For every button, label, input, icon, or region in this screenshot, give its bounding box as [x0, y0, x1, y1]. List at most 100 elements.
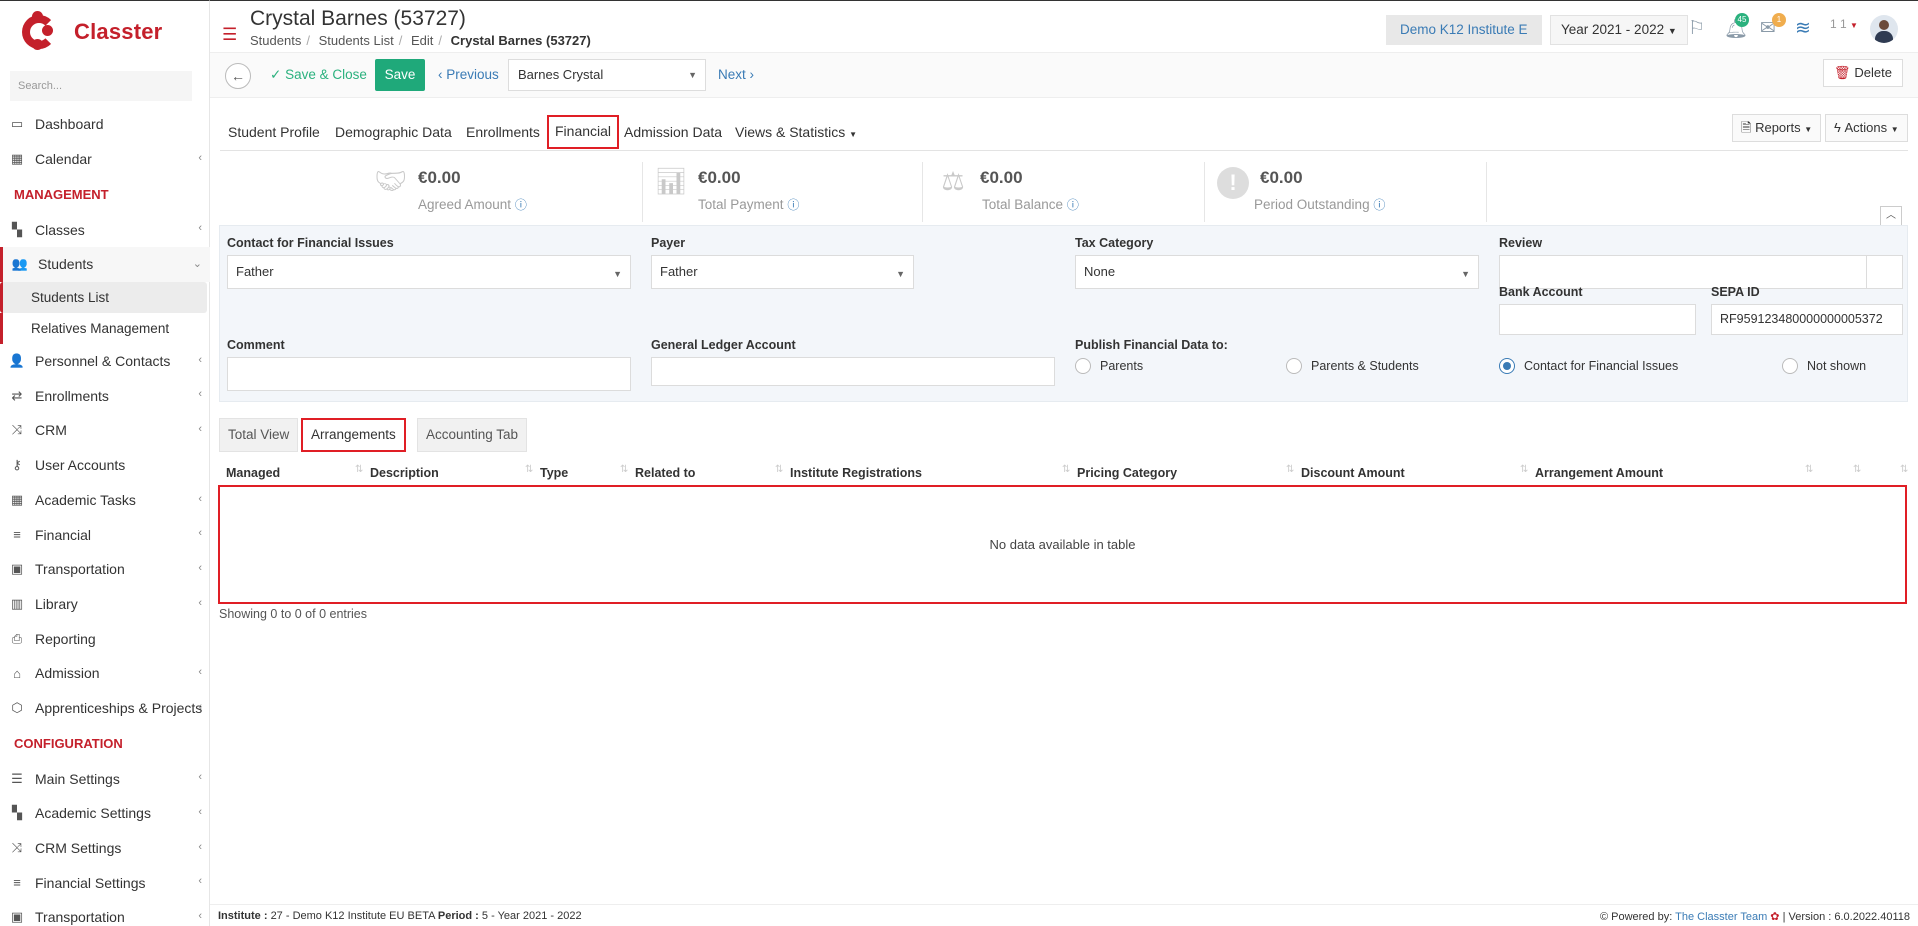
breadcrumb-edit[interactable]: Edit: [411, 33, 433, 48]
contact-select[interactable]: Father ▼: [227, 255, 631, 289]
column-related-to[interactable]: Related to: [635, 466, 695, 480]
page-header: ☰ Crystal Barnes (53727) Students / Stude…: [210, 0, 1918, 52]
info-icon[interactable]: ⓘ: [1067, 198, 1079, 212]
sort-icon[interactable]: ⇅: [1062, 464, 1070, 475]
tab-student-profile[interactable]: Student Profile: [228, 118, 320, 148]
subtab-total-view[interactable]: Total View: [219, 418, 299, 452]
sidebar-item-students[interactable]: 👥 Students ⌄: [0, 247, 210, 282]
publish-radio-contact[interactable]: Contact for Financial Issues: [1499, 358, 1678, 374]
reports-button[interactable]: 🗎 Reports ▼: [1732, 114, 1822, 142]
page-title: Crystal Barnes (53727): [250, 7, 466, 30]
sort-icon[interactable]: ⇅: [525, 464, 533, 475]
sort-icon[interactable]: ⇅: [775, 464, 783, 475]
publish-radio-parents-students[interactable]: Parents & Students: [1286, 358, 1419, 374]
column-arrangement-amount[interactable]: Arrangement Amount: [1535, 466, 1663, 480]
layers-icon[interactable]: ≋: [1795, 17, 1811, 40]
sort-icon[interactable]: ⇅: [1805, 464, 1813, 475]
next-button[interactable]: Next ›: [718, 67, 754, 82]
gl-account-input[interactable]: [651, 357, 1055, 386]
coins-icon: ≡: [13, 875, 21, 891]
info-icon[interactable]: ⓘ: [787, 198, 799, 212]
sidebar-search-input[interactable]: Search...: [10, 71, 192, 101]
sidebar-item-calendar[interactable]: ▦ Calendar ‹: [0, 142, 210, 177]
column-pricing-category[interactable]: Pricing Category: [1077, 466, 1177, 480]
column-type[interactable]: Type: [540, 466, 568, 480]
publish-radio-not-shown[interactable]: Not shown: [1782, 358, 1866, 374]
actions-button[interactable]: ϟ Actions ▼: [1825, 114, 1908, 142]
chevron-left-icon: ‹: [198, 527, 202, 540]
student-select[interactable]: Barnes Crystal ▼: [508, 59, 706, 91]
comment-input[interactable]: [227, 357, 631, 391]
coins-icon: ≡: [13, 527, 21, 543]
sidebar-item-enrollments[interactable]: ⇄ Enrollments ‹: [0, 378, 210, 413]
breadcrumb-students-list[interactable]: Students List: [319, 33, 394, 48]
sidebar-item-classes[interactable]: ▚ Classes ‹: [0, 212, 210, 247]
sidebar-item-academic-settings[interactable]: ▚ Academic Settings ‹: [0, 796, 210, 831]
user-menu[interactable]: 1 1 ▼: [1830, 17, 1858, 31]
sidebar-item-financial-settings[interactable]: ≡ Financial Settings ‹: [0, 865, 210, 900]
back-button[interactable]: ←: [225, 63, 251, 89]
subtab-accounting[interactable]: Accounting Tab: [417, 418, 528, 452]
sort-icon[interactable]: ⇅: [1520, 464, 1528, 475]
sidebar-item-academic-tasks[interactable]: ▦ Academic Tasks ‹: [0, 483, 210, 518]
payer-select[interactable]: Father ▼: [651, 255, 914, 289]
previous-button[interactable]: ‹ Previous: [438, 67, 499, 82]
tab-admission[interactable]: Admission Data: [624, 118, 722, 148]
delete-button[interactable]: 🗑︎ Delete: [1822, 59, 1903, 87]
institute-selector[interactable]: Demo K12 Institute E: [1386, 15, 1542, 45]
tab-views-statistics[interactable]: Views & Statistics ▼: [735, 118, 857, 148]
breadcrumb-students[interactable]: Students: [250, 33, 301, 48]
sidebar-item-library[interactable]: ▥ Library ‹: [0, 587, 210, 622]
sort-icon[interactable]: ⇅: [620, 464, 628, 475]
sidebar-item-user-accounts[interactable]: ⚷ User Accounts: [0, 448, 210, 483]
sidebar-item-personnel[interactable]: 👤 Personnel & Contacts ‹: [0, 344, 210, 379]
handshake-icon: 🤝︎: [374, 166, 408, 196]
review-addon[interactable]: [1866, 255, 1903, 289]
empty-table-message: No data available in table: [989, 537, 1136, 552]
info-icon[interactable]: ⓘ: [515, 198, 527, 212]
bank-account-input[interactable]: [1499, 304, 1696, 335]
save-close-button[interactable]: ✓ Save & Close: [270, 67, 367, 83]
sort-icon[interactable]: ⇅: [1286, 464, 1294, 475]
sort-icon[interactable]: ⇅: [1900, 464, 1908, 475]
info-icon[interactable]: ⓘ: [1373, 198, 1385, 212]
sidebar-item-financial[interactable]: ≡ Financial ‹: [0, 517, 210, 552]
sidebar-item-transportation-settings[interactable]: ▣ Transportation ‹: [0, 900, 210, 926]
sidebar-item-students-list[interactable]: Students List: [0, 281, 207, 313]
review-input[interactable]: [1499, 255, 1867, 289]
sidebar-item-dashboard[interactable]: ▭ Dashboard: [0, 107, 210, 142]
sidebar-item-reporting[interactable]: ⎙ Reporting: [0, 621, 210, 656]
sidebar-item-admission[interactable]: ⌂ Admission ‹: [0, 656, 210, 691]
tax-category-select[interactable]: None ▼: [1075, 255, 1479, 289]
tab-enrollments[interactable]: Enrollments: [466, 118, 540, 148]
sort-icon[interactable]: ⇅: [355, 464, 363, 475]
sidebar-item-crm[interactable]: ⤨ CRM ‹: [0, 413, 210, 448]
publish-radio-parents[interactable]: Parents: [1075, 358, 1143, 374]
save-button[interactable]: Save: [375, 59, 425, 91]
hamburger-icon[interactable]: ☰: [222, 25, 237, 45]
column-discount-amount[interactable]: Discount Amount: [1301, 466, 1405, 480]
bolt-icon: ϟ: [1834, 120, 1841, 135]
sidebar-item-apprenticeships[interactable]: ⬡ Apprenticeships & Projects ‹: [0, 691, 210, 726]
collapse-button[interactable]: ︿: [1880, 206, 1902, 226]
tab-demographic[interactable]: Demographic Data: [335, 118, 452, 148]
users-icon: 👥: [11, 256, 29, 272]
balance-scale-icon: ⚖: [941, 166, 965, 196]
footer-team-link[interactable]: The Classter Team: [1675, 911, 1767, 923]
sidebar-item-relatives[interactable]: Relatives Management: [0, 312, 210, 344]
sidebar-item-crm-settings[interactable]: ⤨ CRM Settings ‹: [0, 831, 210, 866]
classter-logo[interactable]: Classter: [18, 11, 162, 53]
column-description[interactable]: Description: [370, 466, 439, 480]
subtab-arrangements[interactable]: Arrangements: [301, 418, 406, 452]
year-selector[interactable]: Year 2021 - 2022 ▼: [1550, 15, 1688, 45]
sort-icon[interactable]: ⇅: [1853, 464, 1861, 475]
flag-icon[interactable]: ⚐: [1688, 17, 1705, 40]
footer-period-value: 5 - Year 2021 - 2022: [481, 910, 582, 922]
tab-financial[interactable]: Financial: [547, 115, 620, 149]
avatar[interactable]: [1870, 15, 1898, 43]
sidebar-item-transportation[interactable]: ▣ Transportation ‹: [0, 552, 210, 587]
sidebar-item-main-settings[interactable]: ☰ Main Settings ‹: [0, 761, 210, 796]
sepa-id-input[interactable]: RF959123480000000005372: [1711, 304, 1903, 335]
column-institute-registrations[interactable]: Institute Registrations: [790, 466, 922, 480]
column-managed[interactable]: Managed: [226, 466, 280, 480]
